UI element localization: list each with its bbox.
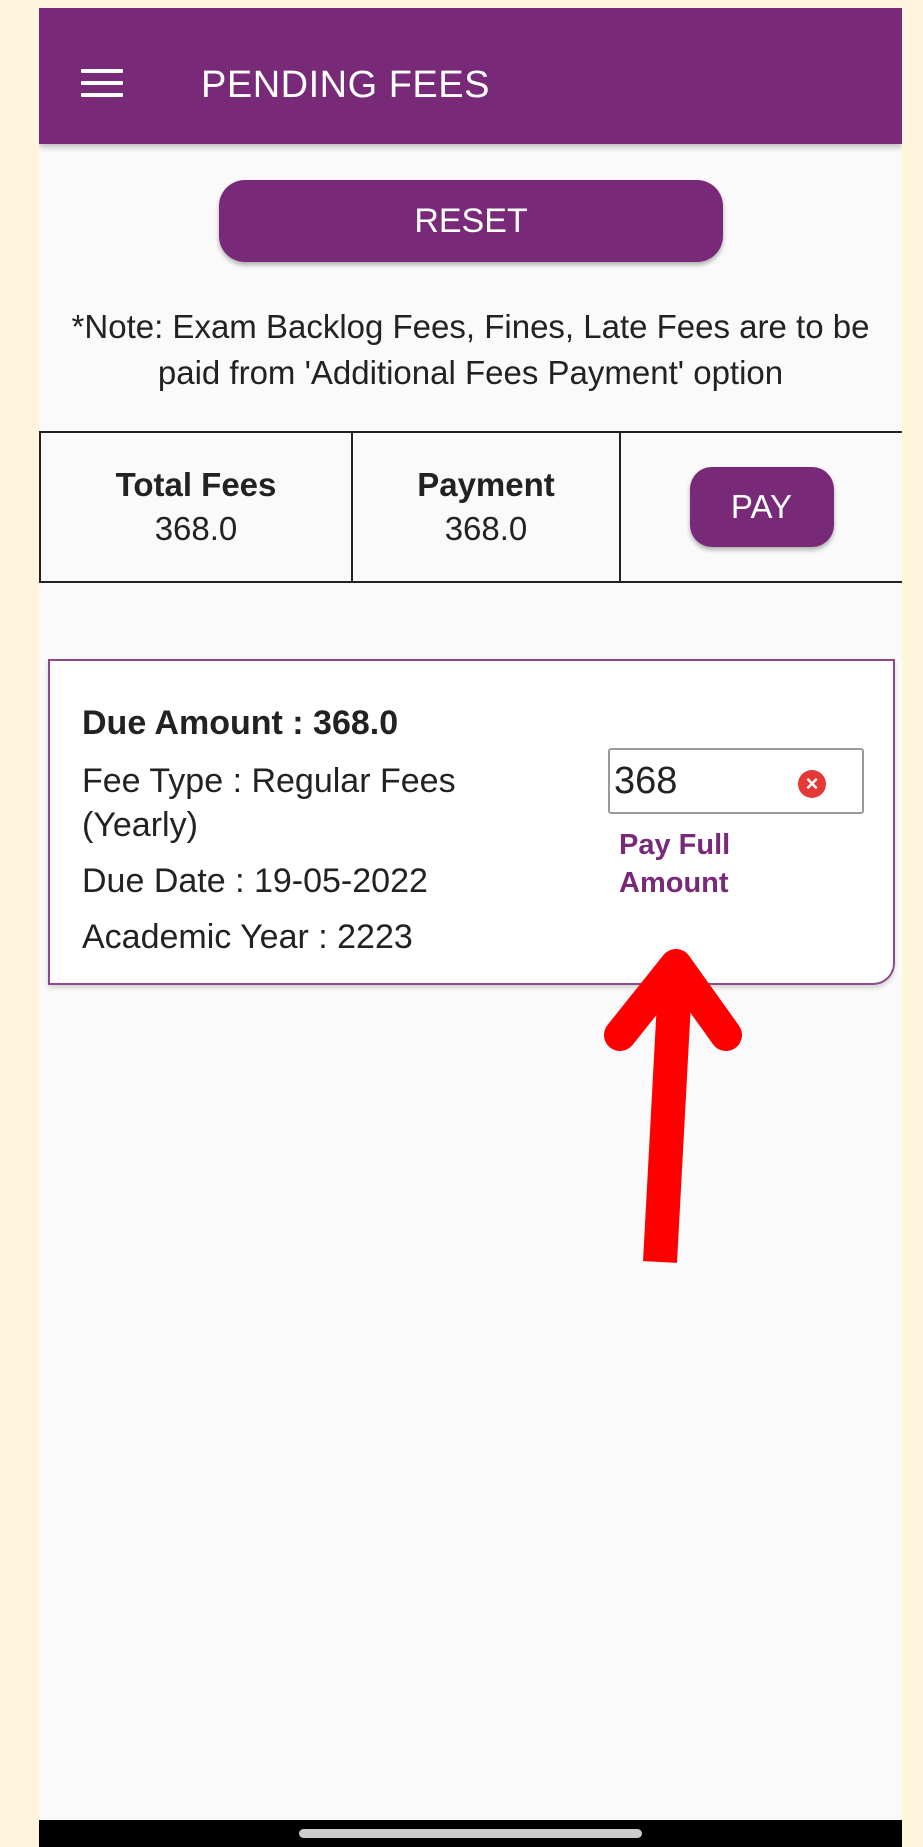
amount-field[interactable]: × <box>608 748 864 814</box>
payment-note: *Note: Exam Backlog Fees, Fines, Late Fe… <box>71 308 870 391</box>
fees-summary-table: Total Fees 368.0 Payment 368.0 PAY <box>39 431 902 583</box>
pay-cell: PAY <box>621 433 902 581</box>
fee-type: Fee Type : Regular Fees (Yearly) <box>82 762 456 844</box>
total-fees-label: Total Fees <box>115 466 277 503</box>
due-date: Due Date : 19-05-2022 <box>82 862 428 900</box>
total-fees-cell: Total Fees 368.0 <box>41 433 353 581</box>
hamburger-menu-icon[interactable] <box>81 69 123 99</box>
academic-year: Academic Year : 2223 <box>82 918 413 956</box>
payment-cell: Payment 368.0 <box>353 433 621 581</box>
pay-button[interactable]: PAY <box>689 467 834 547</box>
app-bar: PENDING FEES <box>39 8 902 144</box>
home-gesture-handle[interactable] <box>299 1829 642 1838</box>
app-screen: PENDING FEES RESET *Note: Exam Backlog F… <box>39 8 902 1847</box>
page-title: PENDING FEES <box>201 64 490 106</box>
amount-input[interactable] <box>614 756 794 806</box>
fee-item-card: Due Amount : 368.0 Fee Type : Regular Fe… <box>48 659 895 985</box>
payment-label: Payment <box>417 466 555 503</box>
payment-value: 368.0 <box>444 510 528 547</box>
total-fees-value: 368.0 <box>154 510 238 547</box>
pay-full-amount-link[interactable]: Pay Full Amount <box>619 826 769 902</box>
due-amount: Due Amount : 368.0 <box>82 704 399 742</box>
reset-button[interactable]: RESET <box>219 180 723 262</box>
clear-x-icon[interactable]: × <box>798 770 826 798</box>
system-navigation-bar <box>39 1820 902 1847</box>
